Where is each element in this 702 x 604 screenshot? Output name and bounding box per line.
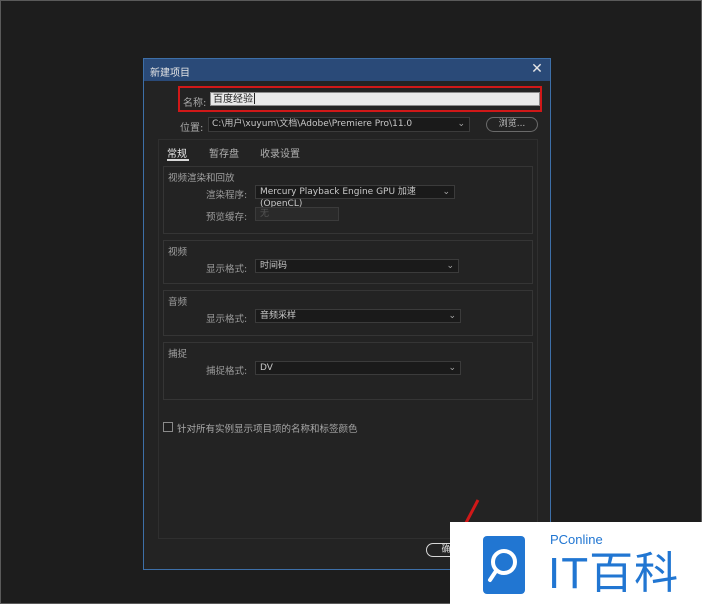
watermark-name: IT百科 bbox=[548, 549, 680, 598]
dialog-titlebar: 新建项目 ✕ bbox=[144, 59, 550, 81]
video-display-format-value: 时间码 bbox=[260, 261, 288, 271]
group-title-video: 视频 bbox=[168, 247, 188, 258]
preview-cache-select: 无 bbox=[255, 207, 339, 221]
magnifier-logo-graphic bbox=[488, 549, 517, 582]
show-label-color-checkbox[interactable] bbox=[163, 422, 173, 432]
group-video: 视频 显示格式: 时间码 ⌄ bbox=[163, 240, 533, 284]
renderer-value: Mercury Playback Engine GPU 加速 (OpenCL) bbox=[260, 187, 416, 209]
chevron-down-icon: ⌄ bbox=[442, 187, 450, 197]
group-video-render: 视频渲染和回放 渲染程序: Mercury Playback Engine GP… bbox=[163, 166, 533, 234]
audio-display-format-select[interactable]: 音频采样 ⌄ bbox=[255, 309, 461, 323]
location-label: 位置: bbox=[180, 123, 204, 134]
group-audio: 音频 显示格式: 音频采样 ⌄ bbox=[163, 290, 533, 336]
location-select[interactable]: C:\用户\xuyum\文档\Adobe\Premiere Pro\11.0 ⌄ bbox=[208, 117, 470, 132]
capture-format-label: 捕捉格式: bbox=[206, 366, 248, 377]
chevron-down-icon: ⌄ bbox=[448, 363, 456, 373]
active-tab-indicator bbox=[167, 159, 189, 161]
magnifier-logo-icon bbox=[483, 536, 525, 594]
tab-ingest-settings[interactable]: 收录设置 bbox=[260, 145, 300, 160]
close-icon[interactable]: ✕ bbox=[530, 62, 544, 76]
show-label-color-row: 针对所有实例显示项目项的名称和标签颜色 bbox=[163, 420, 533, 435]
group-title-capture: 捕捉 bbox=[168, 349, 188, 360]
name-row-highlight: 名称: 百度经验 bbox=[178, 86, 542, 112]
video-display-format-select[interactable]: 时间码 ⌄ bbox=[255, 259, 459, 273]
name-label: 名称: bbox=[183, 98, 207, 109]
project-name-input[interactable]: 百度经验 bbox=[210, 92, 540, 106]
video-display-format-label: 显示格式: bbox=[206, 264, 248, 275]
dialog-title: 新建项目 bbox=[150, 68, 190, 79]
watermark: PConline IT百科 bbox=[450, 522, 702, 604]
group-title-video-render: 视频渲染和回放 bbox=[168, 173, 235, 184]
renderer-select[interactable]: Mercury Playback Engine GPU 加速 (OpenCL) … bbox=[255, 185, 455, 209]
location-row: 位置: C:\用户\xuyum\文档\Adobe\Premiere Pro\11… bbox=[180, 117, 542, 134]
audio-display-format-label: 显示格式: bbox=[206, 314, 248, 325]
chevron-down-icon: ⌄ bbox=[448, 311, 456, 321]
capture-format-value: DV bbox=[260, 363, 273, 373]
new-project-dialog: 新建项目 ✕ 名称: 百度经验 位置: C:\用户\xuyum\文档\Adobe… bbox=[143, 58, 551, 570]
renderer-label: 渲染程序: bbox=[206, 190, 248, 201]
chevron-down-icon: ⌄ bbox=[457, 119, 465, 129]
chevron-down-icon: ⌄ bbox=[446, 261, 454, 271]
watermark-brand: PConline bbox=[550, 532, 603, 547]
preview-cache-label: 预览缓存: bbox=[206, 212, 248, 223]
settings-panel: 常规 暂存盘 收录设置 视频渲染和回放 渲染程序: Mercury Playba… bbox=[158, 139, 538, 539]
preview-cache-value: 无 bbox=[260, 209, 270, 219]
audio-display-format-value: 音频采样 bbox=[260, 311, 297, 321]
capture-format-select[interactable]: DV ⌄ bbox=[255, 361, 461, 375]
show-label-color-label: 针对所有实例显示项目项的名称和标签颜色 bbox=[177, 424, 358, 435]
text-caret bbox=[254, 93, 255, 104]
project-name-value: 百度经验 bbox=[213, 94, 253, 105]
group-capture: 捕捉 捕捉格式: DV ⌄ bbox=[163, 342, 533, 400]
location-value: C:\用户\xuyum\文档\Adobe\Premiere Pro\11.0 bbox=[212, 119, 413, 129]
group-title-audio: 音频 bbox=[168, 297, 188, 308]
tab-scratch-disks[interactable]: 暂存盘 bbox=[209, 145, 239, 160]
tab-general[interactable]: 常规 bbox=[167, 145, 187, 160]
browse-button[interactable]: 浏览... bbox=[486, 117, 538, 132]
